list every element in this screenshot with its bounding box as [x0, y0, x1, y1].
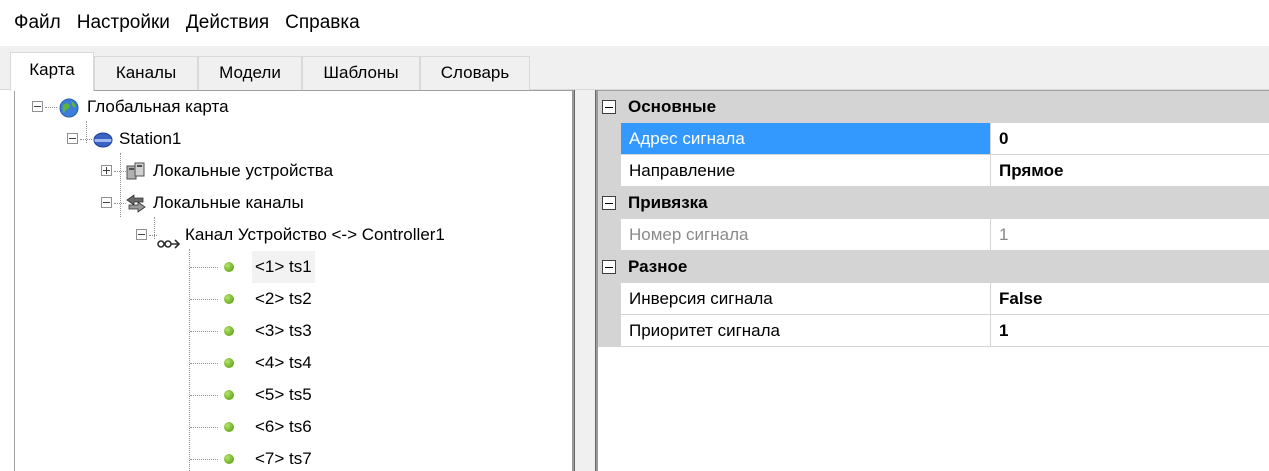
- property-value: 1: [991, 219, 1269, 251]
- tab-channels[interactable]: Каналы: [94, 56, 198, 90]
- category-binding[interactable]: Привязка: [598, 187, 1269, 219]
- category-main[interactable]: Основные: [598, 91, 1269, 123]
- signal-status-icon: [224, 358, 234, 368]
- category-label: Привязка: [628, 193, 708, 212]
- splitter-edge: [572, 90, 575, 471]
- tree-node-signal[interactable]: <4> ts4: [15, 347, 572, 379]
- property-value[interactable]: 1: [991, 315, 1269, 347]
- collapse-icon[interactable]: [602, 260, 616, 274]
- tree-connector: [190, 427, 218, 428]
- collapse-icon[interactable]: [602, 100, 616, 114]
- row-gutter: [598, 283, 621, 315]
- menu-actions[interactable]: Действия: [178, 0, 277, 46]
- property-row-priority[interactable]: Приоритет сигнала 1: [598, 315, 1269, 347]
- tab-bar: Карта Каналы Модели Шаблоны Словарь: [0, 46, 1269, 91]
- signal-status-icon: [224, 326, 234, 336]
- signal-status-icon: [224, 390, 234, 400]
- category-label: Разное: [628, 257, 688, 276]
- tree-label: Канал Устройство <-> Controller1: [185, 225, 445, 244]
- tree-node-signal[interactable]: <7> ts7: [15, 443, 572, 471]
- tree-node-local-devices[interactable]: Локальные устройства: [15, 155, 572, 187]
- signal-status-icon: [224, 294, 234, 304]
- property-name[interactable]: Адрес сигнала: [621, 123, 991, 155]
- property-grid: Основные Адрес сигнала 0 Направление Пря…: [598, 90, 1269, 471]
- tab-dictionary[interactable]: Словарь: [420, 56, 530, 90]
- property-name[interactable]: Направление: [621, 155, 991, 187]
- tree-node-signal[interactable]: <5> ts5: [15, 379, 572, 411]
- tree-node-signal[interactable]: <1> ts1: [15, 251, 572, 283]
- tree-label: <3> ts3: [255, 321, 312, 340]
- tree-node-channel[interactable]: Канал Устройство <-> Controller1: [15, 219, 572, 251]
- tree-label: <5> ts5: [255, 385, 312, 404]
- tree-connector: [190, 395, 218, 396]
- menu-file[interactable]: Файл: [0, 0, 69, 46]
- tree-label: <4> ts4: [255, 353, 312, 372]
- tree-connector: [80, 139, 92, 140]
- collapse-icon[interactable]: [32, 101, 43, 112]
- panel-splitter[interactable]: [572, 90, 598, 471]
- property-name[interactable]: Инверсия сигнала: [621, 283, 991, 315]
- tree-label: Глобальная карта: [87, 97, 229, 116]
- menu-bar: Файл Настройки Действия Справка: [0, 0, 1269, 46]
- property-value[interactable]: Прямое: [991, 155, 1269, 187]
- row-gutter: [598, 123, 621, 155]
- tab-templates[interactable]: Шаблоны: [302, 56, 420, 90]
- category-misc[interactable]: Разное: [598, 251, 1269, 283]
- property-value[interactable]: 0: [991, 123, 1269, 155]
- collapse-icon[interactable]: [602, 196, 616, 210]
- menu-help[interactable]: Справка: [277, 0, 368, 46]
- property-name[interactable]: Приоритет сигнала: [621, 315, 991, 347]
- property-row-signal-address[interactable]: Адрес сигнала 0: [598, 123, 1269, 155]
- property-row-signal-number[interactable]: Номер сигнала 1: [598, 219, 1269, 251]
- signal-status-icon: [224, 262, 234, 272]
- property-row-direction[interactable]: Направление Прямое: [598, 155, 1269, 187]
- tree-label: Локальные устройства: [153, 161, 334, 180]
- tree-node-signal[interactable]: <2> ts2: [15, 283, 572, 315]
- tree-label: <7> ts7: [255, 449, 312, 468]
- tree-label: <2> ts2: [255, 289, 312, 308]
- property-value[interactable]: False: [991, 283, 1269, 315]
- tree-connector: [45, 107, 57, 108]
- row-gutter: [598, 219, 621, 251]
- tree-label: Локальные каналы: [153, 193, 304, 212]
- tree-connector: [190, 267, 218, 268]
- row-gutter: [598, 315, 621, 347]
- tree-node-signal[interactable]: <3> ts3: [15, 315, 572, 347]
- tree-label: Station1: [119, 129, 182, 148]
- tree-connector: [190, 299, 218, 300]
- tree-node-station[interactable]: Station1: [15, 123, 572, 155]
- signal-status-icon: [224, 422, 234, 432]
- expand-icon[interactable]: [101, 165, 112, 176]
- property-row-inversion[interactable]: Инверсия сигнала False: [598, 283, 1269, 315]
- tree-connector: [149, 235, 157, 236]
- map-tree[interactable]: Глобальная карта Station1 Локальные устр…: [14, 90, 572, 471]
- collapse-icon[interactable]: [67, 133, 78, 144]
- tree-label: <1> ts1: [252, 251, 315, 283]
- tree-label: <6> ts6: [255, 417, 312, 436]
- tree-connector: [190, 459, 218, 460]
- category-label: Основные: [628, 97, 717, 116]
- row-gutter: [598, 155, 621, 187]
- menu-settings[interactable]: Настройки: [69, 0, 178, 46]
- tree-node-signal[interactable]: <6> ts6: [15, 411, 572, 443]
- collapse-icon[interactable]: [101, 197, 112, 208]
- tree-node-global-map[interactable]: Глобальная карта: [15, 91, 572, 123]
- tree-connector: [190, 363, 218, 364]
- tree-connector: [190, 331, 218, 332]
- property-name[interactable]: Номер сигнала: [621, 219, 991, 251]
- tab-models[interactable]: Модели: [198, 56, 302, 90]
- collapse-icon[interactable]: [136, 229, 147, 240]
- tab-map[interactable]: Карта: [10, 52, 94, 91]
- tree-node-local-channels[interactable]: Локальные каналы: [15, 187, 572, 219]
- signal-status-icon: [224, 454, 234, 464]
